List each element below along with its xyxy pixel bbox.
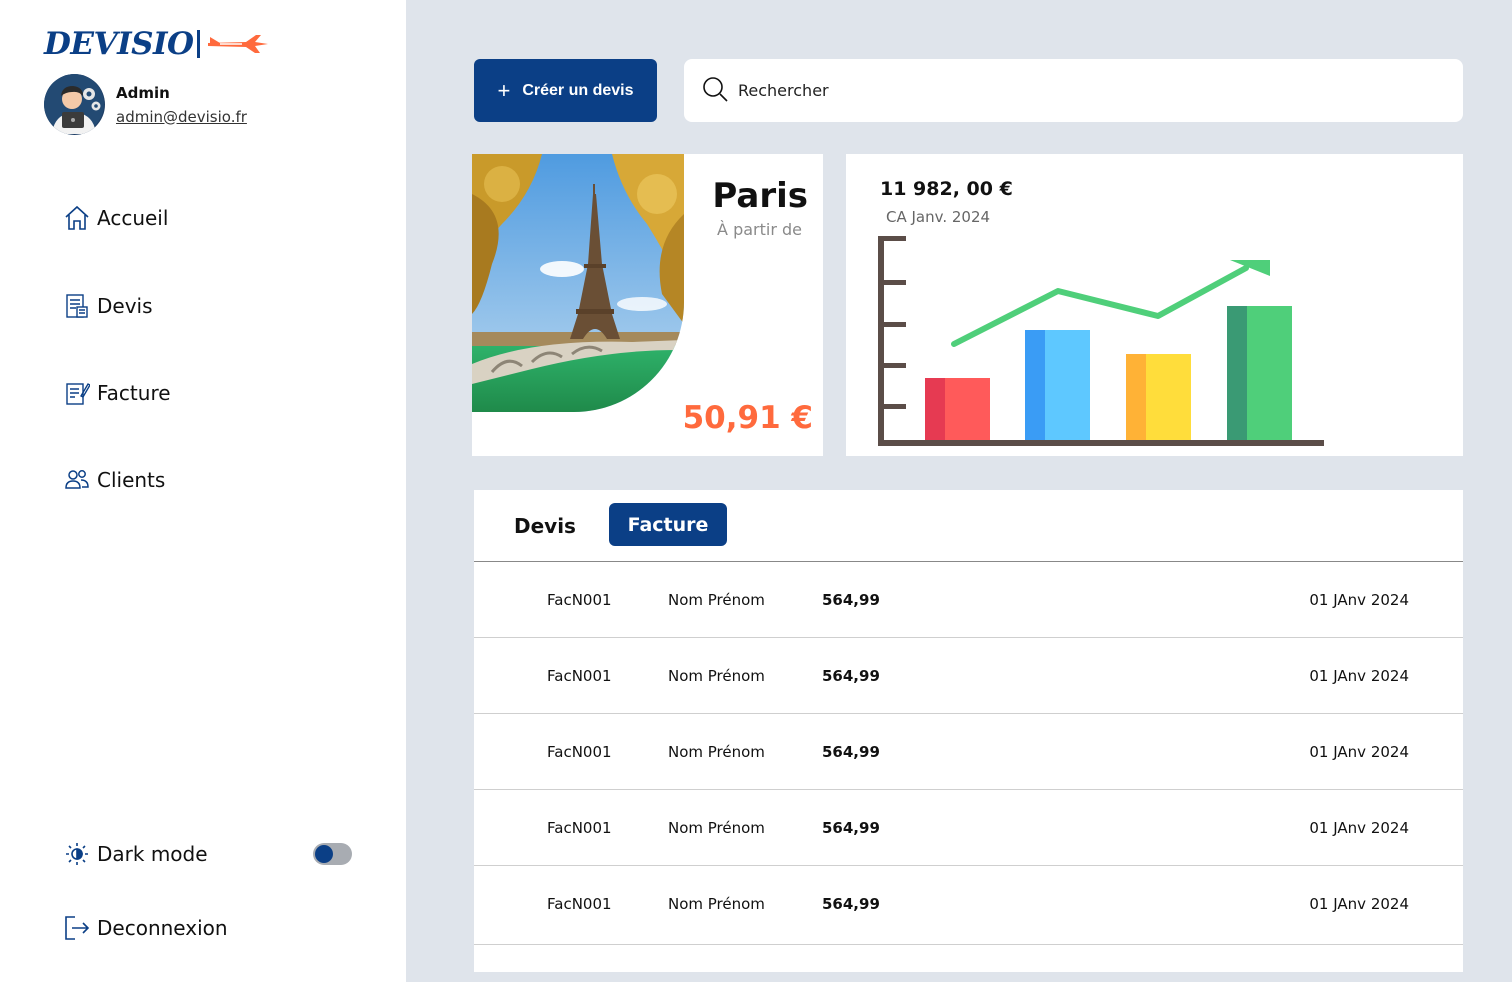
promo-subtitle: À partir de	[717, 220, 802, 239]
avatar	[44, 74, 105, 135]
search-bar[interactable]	[684, 59, 1463, 122]
revenue-card: 11 982, 00 € CA Janv. 2024	[846, 154, 1463, 456]
promo-price: 50,91 €	[682, 400, 813, 436]
logo-divider	[197, 30, 201, 58]
invoice-number: FacN001	[547, 895, 612, 913]
sun-moon-icon	[63, 840, 91, 868]
invoice-amount: 564,99	[822, 819, 880, 837]
create-quote-button[interactable]: + Créer un devis	[474, 59, 657, 122]
table-row[interactable]: FacN001 Nom Prénom 564,99 01 JAnv 2024	[474, 638, 1463, 714]
users-icon	[63, 466, 91, 494]
sidebar-item-label: Facture	[97, 381, 171, 405]
invoice-amount: 564,99	[822, 743, 880, 761]
search-input[interactable]	[738, 81, 1418, 100]
sidebar-item-clients[interactable]: Clients	[63, 466, 165, 494]
client-name: Nom Prénom	[668, 667, 765, 685]
invoice-date: 01 JAnv 2024	[1309, 591, 1409, 609]
invoice-number: FacN001	[547, 743, 612, 761]
sidebar-item-accueil[interactable]: Accueil	[63, 204, 168, 232]
client-name: Nom Prénom	[668, 895, 765, 913]
table-row[interactable]: FacN001 Nom Prénom 564,99 01 JAnv 2024	[474, 790, 1463, 866]
quote-document-icon	[63, 292, 91, 320]
sidebar: DEVISIO Admin admin@devisio.fr Accueil D…	[0, 0, 406, 982]
promo-card[interactable]: Paris À partir de 50,91 €	[472, 154, 823, 456]
logout-icon	[63, 914, 91, 942]
invoice-date: 01 JAnv 2024	[1309, 743, 1409, 761]
invoice-amount: 564,99	[822, 591, 880, 609]
sidebar-item-label: Accueil	[97, 206, 169, 230]
airplane-icon	[208, 35, 269, 53]
invoice-number: FacN001	[547, 667, 612, 685]
table-row[interactable]: FacN001 Nom Prénom 564,99 01 JAnv 2024	[474, 714, 1463, 790]
sidebar-item-devis[interactable]: Devis	[63, 292, 153, 320]
brand-logo[interactable]: DEVISIO	[44, 26, 269, 62]
user-profile[interactable]: Admin admin@devisio.fr	[44, 74, 247, 135]
revenue-label: CA Janv. 2024	[886, 208, 991, 226]
home-icon	[63, 204, 91, 232]
invoice-date: 01 JAnv 2024	[1309, 819, 1409, 837]
revenue-value: 11 982, 00 €	[880, 178, 1013, 200]
invoice-number: FacN001	[547, 819, 612, 837]
dark-mode-toggle[interactable]	[313, 843, 352, 865]
sidebar-item-label: Devis	[97, 294, 153, 318]
toggle-knob	[315, 845, 333, 863]
sidebar-item-facture[interactable]: Facture	[63, 379, 171, 407]
logout-label: Deconnexion	[97, 916, 228, 940]
plus-icon: +	[497, 77, 511, 103]
eiffel-tower-image	[472, 154, 684, 412]
logout-button[interactable]: Deconnexion	[63, 914, 228, 942]
dark-mode-label: Dark mode	[97, 842, 208, 866]
user-email-link[interactable]: admin@devisio.fr	[116, 108, 247, 126]
user-name: Admin	[116, 83, 170, 102]
brand-name: DEVISIO	[44, 26, 194, 62]
promo-city: Paris	[712, 176, 808, 216]
table-row[interactable]: FacN001 Nom Prénom 564,99 01 JAnv 2024	[474, 866, 1463, 945]
invoice-amount: 564,99	[822, 667, 880, 685]
invoice-icon	[63, 379, 91, 407]
invoice-amount: 564,99	[822, 895, 880, 913]
tab-facture[interactable]: Facture	[609, 503, 727, 546]
sidebar-item-label: Clients	[97, 468, 166, 492]
growth-chart-illustration	[878, 236, 1324, 446]
search-icon	[702, 76, 728, 106]
invoice-number: FacN001	[547, 591, 612, 609]
client-name: Nom Prénom	[668, 819, 765, 837]
client-name: Nom Prénom	[668, 743, 765, 761]
dark-mode-row: Dark mode	[63, 840, 208, 868]
client-name: Nom Prénom	[668, 591, 765, 609]
create-quote-label: Créer un devis	[522, 81, 634, 99]
invoice-date: 01 JAnv 2024	[1309, 895, 1409, 913]
documents-panel: Devis Facture FacN001 Nom Prénom 564,99 …	[474, 490, 1463, 972]
tab-devis[interactable]: Devis	[514, 514, 576, 538]
invoice-date: 01 JAnv 2024	[1309, 667, 1409, 685]
table-row[interactable]: FacN001 Nom Prénom 564,99 01 JAnv 2024	[474, 562, 1463, 638]
